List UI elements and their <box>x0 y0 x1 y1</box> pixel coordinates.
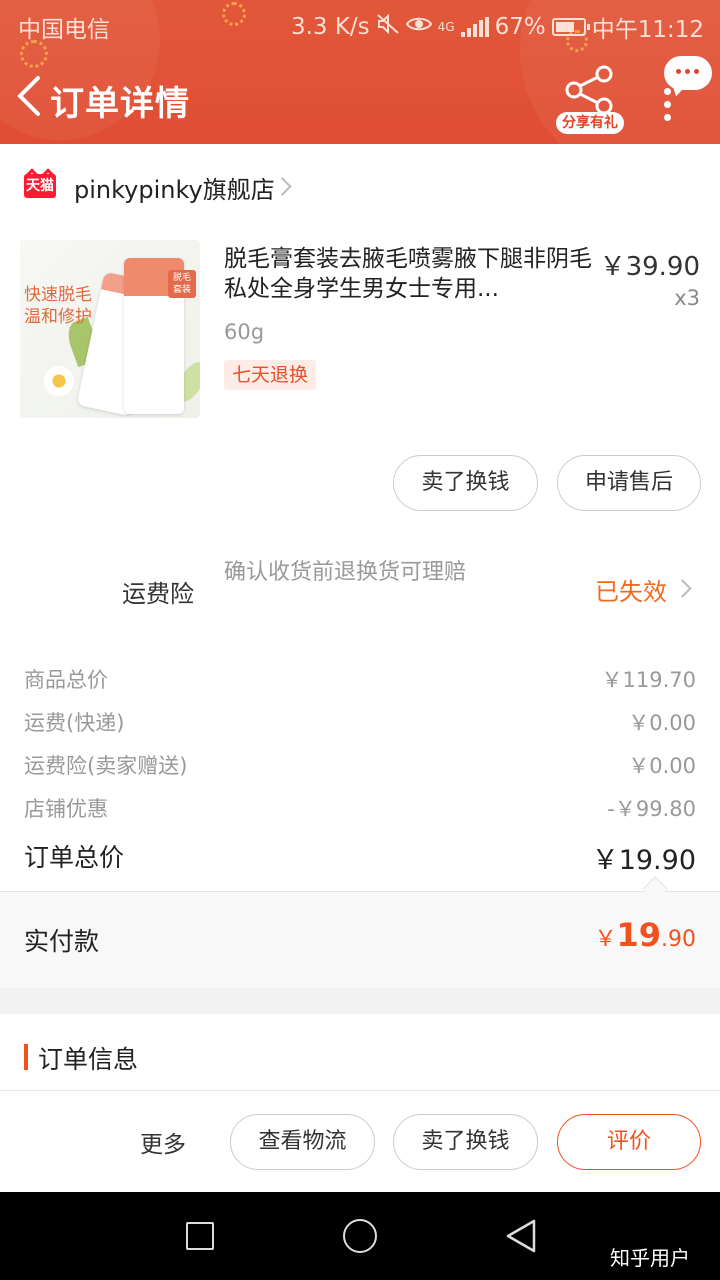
app-header: 中国电信 3.3 K/s 4G 67% 中午11:12 订单详情 分享有礼 <box>0 0 720 144</box>
price-row-label: 店铺优惠 <box>24 797 108 821</box>
share-gift-label: 分享有礼 <box>556 112 624 134</box>
tmall-badge-icon: 天猫 <box>24 174 56 198</box>
battery-icon <box>551 18 590 36</box>
more-menu-button[interactable] <box>648 56 718 121</box>
more-button[interactable]: 更多 <box>140 1125 186 1159</box>
more-vertical-icon <box>664 88 671 121</box>
after-sale-button[interactable]: 申请售后 <box>557 455 701 511</box>
product-spec: 60g <box>224 320 265 344</box>
price-row-label: 运费险(卖家赠送) <box>24 754 188 778</box>
home-icon[interactable] <box>343 1219 377 1253</box>
price-row-label: 商品总价 <box>24 668 108 692</box>
insurance-status: 已失效 <box>595 578 667 606</box>
product-quantity: x3 <box>674 286 700 310</box>
order-info-section: 订单信息 <box>0 1014 720 1090</box>
order-total-value: ￥19.90 <box>591 845 696 876</box>
page-title: 订单详情 <box>50 84 190 124</box>
product-image-text: 快速脱毛 温和修护 <box>24 285 92 327</box>
order-item-card: 天猫 pinkypinky旗舰店 脱毛 套装 快速脱毛 温和修护 脱毛膏套装去腋… <box>0 144 720 532</box>
insurance-description: 确认收货前退换货可理赔 <box>224 560 467 585</box>
network-speed: 3.3 K/s <box>290 14 370 40</box>
price-row-label: 运费(快递) <box>24 711 125 735</box>
insurance-label: 运费险 <box>122 580 194 608</box>
status-right: 3.3 K/s 4G 67% 中午11:12 <box>291 10 704 44</box>
signal-icon <box>460 17 489 37</box>
chevron-left-icon <box>17 76 40 116</box>
price-row-value: ￥0.00 <box>628 711 696 735</box>
chevron-right-icon <box>673 579 692 598</box>
price-row-goods-total: 商品总价 ￥119.70 <box>0 656 720 696</box>
product-price: ￥39.90 <box>599 252 700 282</box>
paid-currency: ￥ <box>594 927 617 952</box>
watermark: 知乎用户 <box>610 1246 690 1270</box>
back-triangle-icon[interactable] <box>504 1218 538 1254</box>
price-row-value: ￥0.00 <box>628 754 696 778</box>
network-type: 4G <box>437 19 455 34</box>
product-image-badge: 脱毛 套装 <box>168 270 196 298</box>
price-row-insurance: 运费险(卖家赠送) ￥0.00 <box>0 742 720 782</box>
view-logistics-button[interactable]: 查看物流 <box>230 1114 375 1170</box>
chevron-right-icon <box>273 177 292 196</box>
service-tag: 七天退换 <box>224 360 317 390</box>
price-row-shop-discount: 店铺优惠 -￥99.80 <box>0 785 720 825</box>
order-total-row: 订单总价 ￥19.90 <box>0 830 720 876</box>
price-row-value: ￥119.70 <box>601 668 696 692</box>
paid-integer: 19 <box>616 916 661 954</box>
mute-icon <box>376 13 400 41</box>
paid-decimal: .90 <box>661 927 696 952</box>
status-bar: 中国电信 3.3 K/s 4G 67% 中午11:12 <box>0 0 720 50</box>
back-button[interactable] <box>10 72 46 120</box>
sell-for-cash-button[interactable]: 卖了换钱 <box>393 1114 538 1170</box>
clock: 中午11:12 <box>591 17 704 43</box>
order-total-label: 订单总价 <box>24 843 125 872</box>
section-accent-bar <box>24 1044 28 1070</box>
paid-label: 实付款 <box>24 927 100 956</box>
product-name[interactable]: 脱毛膏套装去腋毛喷雾腋下腿非阴毛私处全身学生男女士专用... <box>224 244 594 304</box>
flower-decoration <box>44 366 74 396</box>
product-image[interactable]: 脱毛 套装 快速脱毛 温和修护 <box>20 240 200 418</box>
sell-for-cash-button[interactable]: 卖了换钱 <box>393 455 538 511</box>
shop-row[interactable]: 天猫 pinkypinky旗舰店 <box>0 162 720 210</box>
eye-icon <box>405 14 432 40</box>
carrier-label: 中国电信 <box>18 17 110 43</box>
share-icon <box>565 65 613 115</box>
price-detail: 商品总价 ￥119.70 运费(快递) ￥0.00 运费险(卖家赠送) ￥0.0… <box>0 642 720 892</box>
review-button[interactable]: 评价 <box>557 1114 701 1170</box>
order-info-title: 订单信息 <box>38 1045 139 1074</box>
system-navigation-bar: 知乎用户 <box>0 1192 720 1280</box>
shipping-insurance-row[interactable]: 运费险 确认收货前退换货可理赔 已失效 <box>0 532 720 642</box>
battery-percent: 67% <box>494 14 546 40</box>
recent-apps-icon[interactable] <box>186 1222 214 1250</box>
shop-name: pinkypinky旗舰店 <box>74 176 275 204</box>
bottom-action-bar: 更多 查看物流 卖了换钱 评价 <box>0 1090 720 1192</box>
price-row-shipping: 运费(快递) ￥0.00 <box>0 699 720 739</box>
price-row-value: -￥99.80 <box>607 797 696 821</box>
paid-amount: ￥19.90 <box>594 916 696 954</box>
share-button[interactable]: 分享有礼 <box>556 64 626 134</box>
actual-payment-row: 实付款 ￥19.90 <box>0 892 720 988</box>
nav-bar: 订单详情 分享有礼 <box>0 56 720 138</box>
message-bubble-icon <box>664 56 712 90</box>
